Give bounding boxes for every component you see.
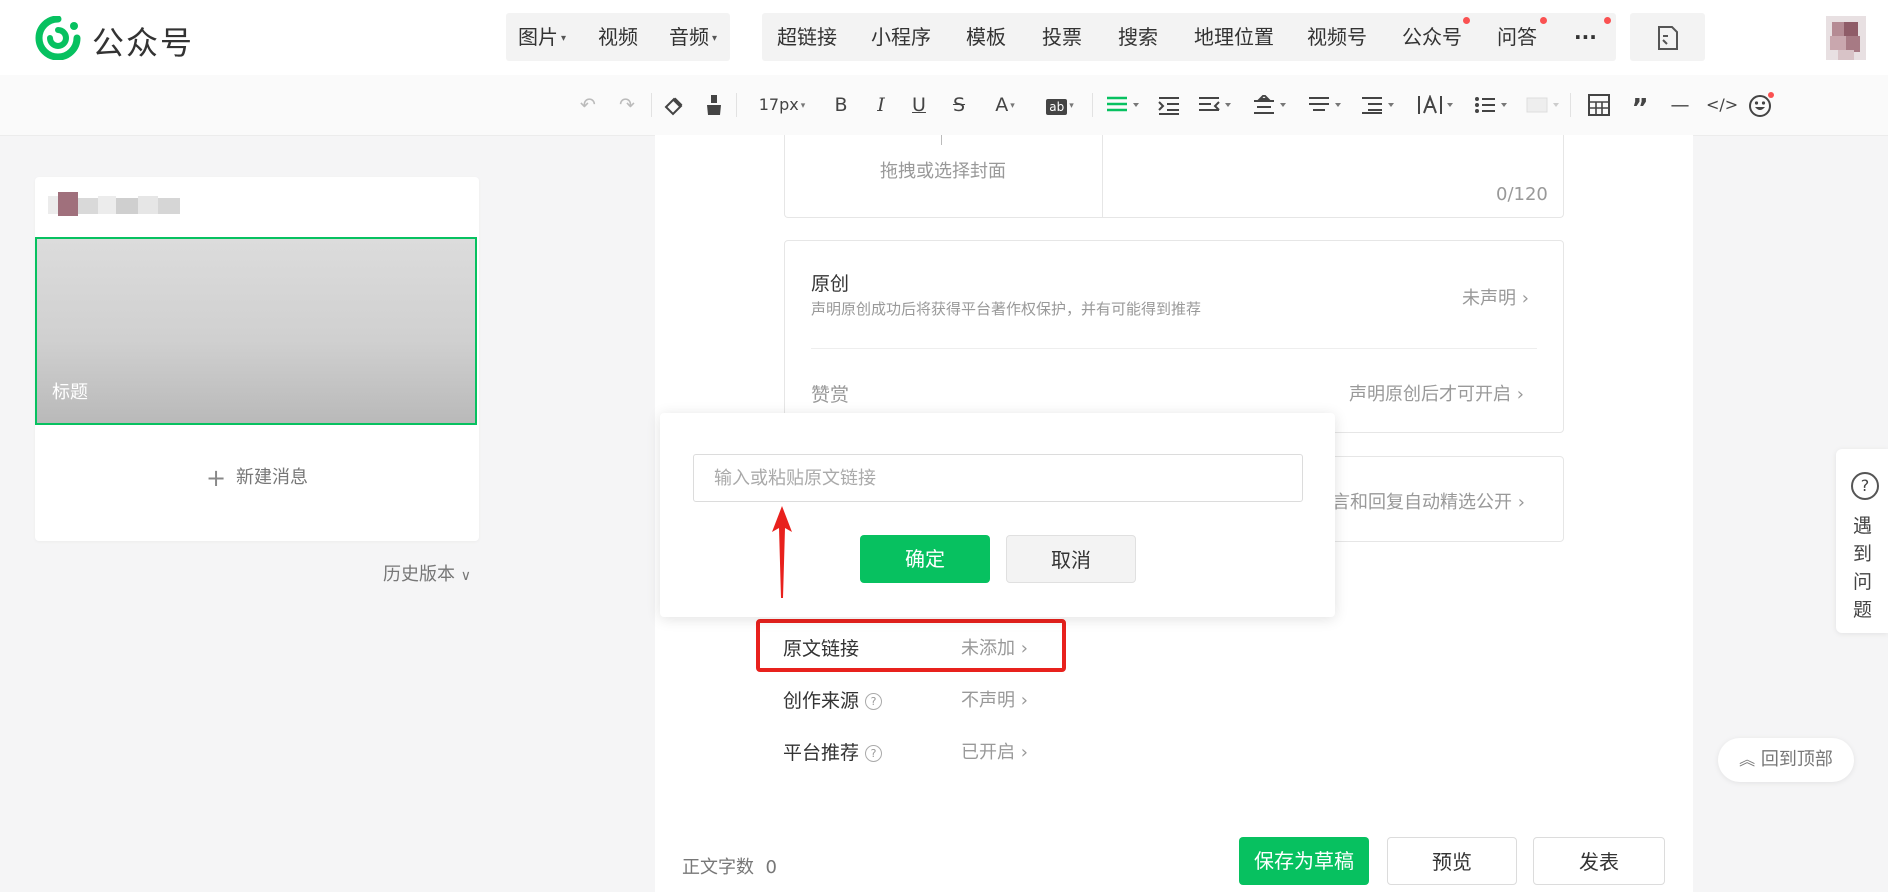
word-count: 正文字数 0 [682, 857, 777, 878]
line-height-icon[interactable] [1253, 95, 1287, 115]
format-painter-icon[interactable] [702, 93, 726, 117]
horizontal-rule-icon[interactable]: — [1668, 92, 1692, 118]
question-circle-icon: ? [1851, 472, 1879, 500]
nav-more[interactable]: ··· [1574, 13, 1597, 61]
cancel-button[interactable]: 取消 [1006, 535, 1136, 583]
chevron-down-icon: ▾ [800, 100, 806, 111]
redo-icon[interactable]: ↷ [615, 92, 639, 118]
nav-search[interactable]: 搜索 [1118, 13, 1158, 61]
highlight-icon[interactable]: ab ▾ [1040, 92, 1080, 118]
document-icon[interactable] [1656, 25, 1680, 51]
divider [811, 348, 1537, 349]
publish-button[interactable]: 发表 [1533, 837, 1665, 885]
creation-source-label: 创作来源? [783, 686, 883, 713]
confirm-button[interactable]: 确定 [860, 535, 990, 583]
double-chevron-up-icon: ︽ [1739, 750, 1756, 769]
nav-video[interactable]: 视频 [598, 13, 638, 61]
toolbar-divider [1570, 93, 1571, 117]
article-cover-card[interactable] [35, 237, 477, 425]
emoji-icon[interactable] [1748, 92, 1774, 118]
nav-audio[interactable]: 音频 ▾ [669, 13, 717, 61]
toolbar-divider [736, 93, 737, 117]
list-indent-icon[interactable] [1361, 95, 1395, 115]
original-status-link[interactable]: 未声明 › [1462, 284, 1529, 310]
chevron-down-icon: ▾ [1010, 100, 1015, 111]
platform-recommend-value[interactable]: 已开启 › [961, 738, 1028, 764]
notification-dot [1540, 17, 1547, 24]
blockquote-icon[interactable]: ” [1628, 92, 1652, 124]
code-icon[interactable]: </> [1706, 92, 1738, 118]
nav-location[interactable]: 地理位置 [1194, 13, 1274, 61]
cover-divider [1102, 135, 1103, 218]
nav-miniprogram[interactable]: 小程序 [871, 13, 931, 61]
chevron-down-icon: ▾ [1069, 100, 1074, 111]
nav-vote[interactable]: 投票 [1042, 13, 1082, 61]
notification-dot [1463, 17, 1470, 24]
cover-tick [941, 135, 942, 145]
notification-dot [1604, 17, 1611, 24]
help-circle-icon[interactable]: ? [865, 745, 883, 762]
brand-name: 公众号 [92, 24, 195, 62]
annotation-arrow-icon [772, 506, 792, 598]
preview-button[interactable]: 预览 [1387, 837, 1517, 885]
plus-icon: + [205, 464, 227, 492]
new-message-button[interactable]: + 新建消息 [35, 463, 479, 492]
nav-template[interactable]: 模板 [966, 13, 1006, 61]
reward-label: 赞赏 [811, 384, 850, 406]
account-name-blurred [48, 192, 180, 216]
chevron-down-icon: ∨ [460, 568, 471, 584]
original-title: 原创 [811, 273, 850, 295]
history-version-dropdown[interactable]: 历史版本 ∨ [383, 560, 471, 586]
font-color-icon[interactable]: A ▾ [987, 92, 1023, 118]
nav-channels[interactable]: 视频号 [1307, 13, 1367, 61]
bullet-list-icon[interactable] [1474, 95, 1508, 115]
help-label: 遇到问题 [1853, 515, 1873, 621]
new-message-label: 新建消息 [236, 467, 309, 488]
font-size-select[interactable]: 17px ▾ [752, 92, 812, 118]
summary-char-counter: 0/120 [1496, 184, 1548, 205]
source-link-input[interactable] [693, 454, 1303, 502]
platform-recommend-label: 平台推荐? [783, 738, 883, 765]
chevron-down-icon: ▾ [561, 32, 567, 44]
creation-source-value[interactable]: 不声明 › [961, 686, 1028, 712]
align-justify-icon[interactable] [1106, 95, 1140, 115]
toolbar-divider [651, 93, 652, 117]
nav-hyperlink[interactable]: 超链接 [777, 13, 837, 61]
column-layout-icon[interactable] [1526, 95, 1560, 115]
chevron-down-icon: ▾ [712, 32, 718, 44]
undo-icon[interactable]: ↶ [576, 92, 600, 118]
reward-status-link[interactable]: 声明原创后才可开启 › [1349, 380, 1524, 406]
toolbar-divider [1092, 93, 1093, 117]
nav-qa[interactable]: 问答 [1497, 13, 1537, 61]
strikethrough-icon[interactable]: S [947, 92, 971, 118]
original-description: 声明原创成功后将获得平台著作权保护，并有可能得到推荐 [811, 300, 1202, 318]
save-draft-button[interactable]: 保存为草稿 [1239, 837, 1369, 885]
paragraph-spacing-icon[interactable] [1308, 95, 1342, 115]
underline-icon[interactable]: U [907, 92, 931, 118]
outdent-icon[interactable] [1198, 95, 1232, 115]
help-circle-icon[interactable]: ? [865, 693, 883, 710]
nav-image[interactable]: 图片 ▾ [518, 13, 566, 61]
italic-icon[interactable]: I [869, 92, 893, 118]
nav-official-account[interactable]: 公众号 [1402, 13, 1462, 61]
indent-icon[interactable] [1158, 95, 1180, 115]
annotation-highlight-box [756, 619, 1066, 672]
letter-spacing-icon[interactable] [1418, 95, 1454, 115]
bold-icon[interactable]: B [829, 92, 853, 118]
cover-upload-area[interactable]: 拖拽或选择封面 [784, 157, 1102, 183]
wechat-official-logo-icon [35, 16, 81, 60]
back-to-top-button[interactable]: ︽ 回到顶部 [1718, 738, 1854, 782]
eraser-icon[interactable] [662, 93, 686, 117]
avatar[interactable] [1826, 16, 1866, 60]
article-title-placeholder: 标题 [52, 382, 88, 403]
table-icon[interactable] [1588, 94, 1610, 116]
comment-setting-link[interactable]: 言和回复自动精选公开 › [1332, 488, 1525, 514]
